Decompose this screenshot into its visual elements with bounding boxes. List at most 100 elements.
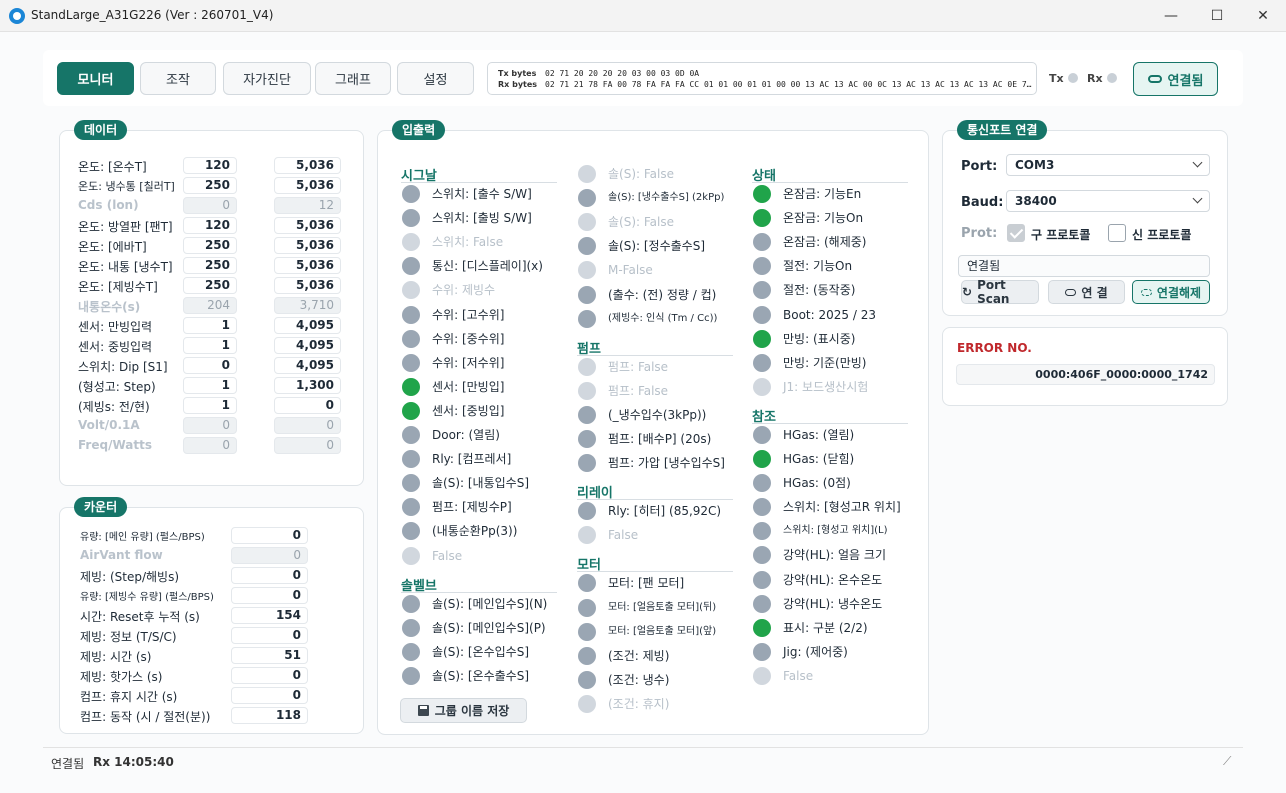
port-label: Port: xyxy=(961,159,998,174)
data-row-value-raw: 1 xyxy=(183,397,237,414)
io-item-label: 통신: [디스플레이](x) xyxy=(432,259,543,274)
tx-bytes-label: Tx bytes xyxy=(498,69,537,78)
status-led-icon xyxy=(753,546,771,565)
window-title: StandLarge_A31G226 (Ver : 260701_V4) xyxy=(31,8,274,22)
port-panel: Port: COM3 Baud: 38400 Prot: 구 프로토콜 신 프로… xyxy=(942,130,1228,316)
io-item-label: 모터: [팬 모터] xyxy=(608,576,685,591)
port-select[interactable]: COM3 xyxy=(1006,154,1210,176)
data-row-value-converted: 0 xyxy=(274,437,341,454)
counter-row-value: 0 xyxy=(231,667,308,684)
baud-select[interactable]: 38400 xyxy=(1006,190,1210,212)
io-item-label: 펌프: False xyxy=(608,359,669,374)
disconnect-button[interactable]: 연결해제 xyxy=(1132,280,1210,304)
io-item-label: 센서: [만빙입] xyxy=(432,379,505,394)
status-bar: 연결됨 Rx 14:05:40 ⟋ xyxy=(43,747,1243,775)
data-row-value-converted: 5,036 xyxy=(274,177,341,194)
io-item-label: M-False xyxy=(608,263,653,278)
connected-button[interactable]: 연결됨 xyxy=(1133,62,1218,96)
new-protocol-label: 신 프로토콜 xyxy=(1132,228,1192,242)
tab-control[interactable]: 조작 xyxy=(140,62,216,95)
status-led-icon xyxy=(753,618,771,637)
port-panel-title: 통신포트 연결 xyxy=(957,120,1048,140)
status-led-icon xyxy=(578,165,596,183)
minimize-button[interactable]: — xyxy=(1148,0,1194,32)
status-led-icon xyxy=(753,570,771,589)
status-led-icon xyxy=(402,377,420,396)
status-led-icon xyxy=(402,209,420,228)
connection-status-field: 연결됨 xyxy=(958,255,1210,277)
status-led-icon xyxy=(753,642,771,661)
data-row-value-raw: 204 xyxy=(183,297,237,314)
status-text: 연결됨 xyxy=(51,757,85,771)
resize-grip-icon[interactable]: ⟋ xyxy=(1223,754,1231,769)
status-led-icon xyxy=(753,305,771,324)
txrx-bytes-box: Tx bytes 02 71 20 20 20 20 03 00 03 0D 0… xyxy=(487,62,1037,95)
io-item-label: 솔(S): False xyxy=(608,215,675,230)
old-protocol-label: 구 프로토콜 xyxy=(1031,228,1091,242)
close-button[interactable]: ✕ xyxy=(1240,0,1286,32)
data-row-label: Freq/Watts xyxy=(78,438,152,452)
data-row-value-converted: 1,300 xyxy=(274,377,341,394)
io-item-label: 솔(S): False xyxy=(608,167,675,181)
rx-bytes-label: Rx bytes xyxy=(498,80,538,89)
maximize-button[interactable]: ☐ xyxy=(1194,0,1240,32)
io-item-label: 표시: 구분 (2/2) xyxy=(783,620,868,635)
connect-port-button[interactable]: 연 결 xyxy=(1048,280,1125,304)
status-led-icon xyxy=(753,257,771,276)
tab-settings[interactable]: 설정 xyxy=(397,62,474,95)
port-scan-button[interactable]: ↻ Port Scan xyxy=(961,278,1039,306)
io-section-title: 참조 xyxy=(752,406,908,425)
rx-led-icon xyxy=(1106,73,1117,83)
tab-graph[interactable]: 그래프 xyxy=(315,62,391,95)
status-led-icon xyxy=(402,450,420,469)
save-group-name-button[interactable]: 그룹 이름 저장 xyxy=(400,698,527,723)
io-item-label: 솔(S): [메인입수S](N) xyxy=(432,596,548,611)
tab-monitor[interactable]: 모니터 xyxy=(57,62,134,95)
io-item-label: 센서: [중빙입] xyxy=(432,403,505,418)
status-led-icon xyxy=(578,237,596,256)
data-row-value-raw: 250 xyxy=(183,237,237,254)
data-row-value-converted: 0 xyxy=(274,397,341,414)
status-led-icon xyxy=(402,618,420,637)
status-led-icon xyxy=(578,285,596,304)
io-item-label: Boot: 2025 / 23 xyxy=(783,307,876,322)
io-item-label: 솔(S): [냉수출수S] (2kPp) xyxy=(608,192,725,204)
status-led-icon xyxy=(578,694,596,713)
data-row-label: 센서: 만빙입력 xyxy=(78,320,153,334)
status-led-icon xyxy=(578,646,596,665)
data-row-label: 온도: 방열판 [팬T] xyxy=(78,220,173,234)
status-led-icon xyxy=(578,502,596,521)
counter-row-label: 컴프: 휴지 시간 (s) xyxy=(80,690,178,704)
data-row-label: (형성고: Step) xyxy=(78,380,156,394)
status-led-icon xyxy=(578,381,596,400)
old-protocol-checkbox[interactable] xyxy=(1007,224,1025,242)
data-row-value-converted: 5,036 xyxy=(274,217,341,234)
error-panel: ERROR NO. 0000:406F_0000:0000_1742 xyxy=(942,327,1228,406)
counter-row-value: 0 xyxy=(231,687,308,704)
data-row-value-raw: 1 xyxy=(183,317,237,334)
io-item-label: 스위치: False xyxy=(432,235,504,250)
status-led-icon xyxy=(753,377,771,396)
status-led-icon xyxy=(402,546,420,565)
counter-row-label: 유량: [메인 유량] (펄스/BPS) xyxy=(80,532,205,543)
io-item-label: 펌프: False xyxy=(608,383,669,398)
status-led-icon xyxy=(402,185,420,203)
tab-self-diagnosis[interactable]: 자가진단 xyxy=(223,62,311,95)
io-item-label: Rly: [히터] (85,92C) xyxy=(608,504,722,519)
io-section-title: 리레이 xyxy=(577,482,733,501)
io-item-label: 스위치: [형성고R 위치] xyxy=(783,500,901,515)
tx-led-icon xyxy=(1067,73,1078,83)
io-item-label: (출수: (전) 정량 / 컵) xyxy=(608,287,717,302)
status-led-icon xyxy=(402,642,420,661)
io-item-label: 펌프: [제빙수P] xyxy=(432,500,512,515)
status-led-icon xyxy=(578,454,596,473)
io-item-label: False xyxy=(608,528,639,543)
data-row-label: 온도: [온수T] xyxy=(78,160,147,174)
io-item-label: 만빙: 기준(만빙) xyxy=(783,355,867,370)
status-led-icon xyxy=(578,405,596,424)
io-item-label: 온잠금: 기능En xyxy=(783,187,862,201)
status-led-icon xyxy=(753,425,771,444)
data-row-value-raw: 1 xyxy=(183,337,237,354)
new-protocol-checkbox[interactable] xyxy=(1108,224,1126,242)
io-item-label: HGas: (닫힘) xyxy=(783,452,855,466)
